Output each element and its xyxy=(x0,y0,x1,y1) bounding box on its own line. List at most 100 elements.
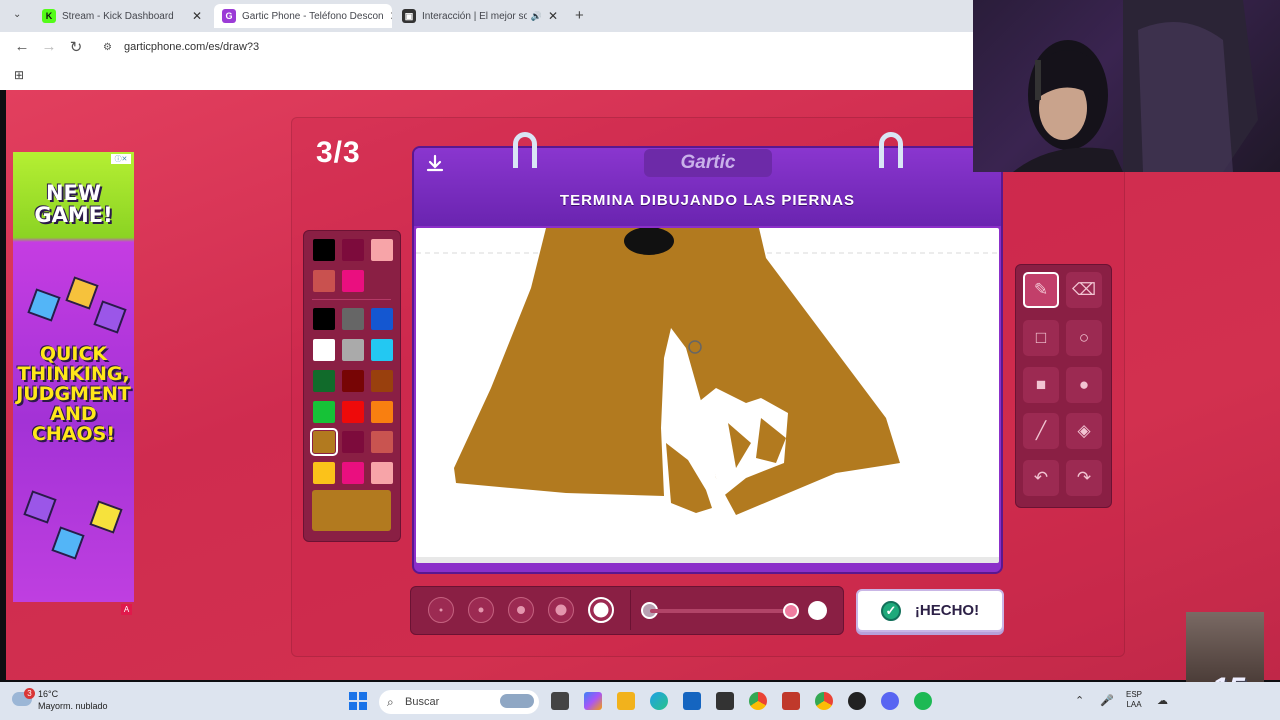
undo-icon[interactable]: ↶ xyxy=(1023,460,1059,496)
color-swatch[interactable] xyxy=(371,431,393,453)
tab-kick[interactable]: K Stream - Kick Dashboard ✕ xyxy=(34,4,210,28)
color-swatch[interactable] xyxy=(313,370,335,392)
weather-widget[interactable]: 16°C Mayorm. nublado xyxy=(38,688,108,712)
file-explorer-icon[interactable] xyxy=(617,692,635,710)
square-fill-icon[interactable]: ■ xyxy=(1023,367,1059,403)
ad-game-icon xyxy=(27,288,61,322)
speaker-icon[interactable]: 🔊 xyxy=(531,11,542,22)
network-icon[interactable]: ☁ xyxy=(1157,694,1168,707)
color-swatch[interactable] xyxy=(342,239,364,261)
close-tab-icon[interactable]: ✕ xyxy=(542,9,558,23)
color-swatch[interactable] xyxy=(342,370,364,392)
spotify-icon[interactable] xyxy=(914,692,932,710)
color-swatch[interactable] xyxy=(342,462,364,484)
color-swatch[interactable] xyxy=(313,308,335,330)
webcam-overlay xyxy=(973,0,1280,172)
color-swatch[interactable] xyxy=(342,431,364,453)
adchoices-icon[interactable]: ⓘ✕ xyxy=(111,154,131,164)
color-swatch[interactable] xyxy=(313,239,335,261)
weather-temp: 16°C xyxy=(38,689,59,699)
weather-badge: 3 xyxy=(24,688,35,699)
edge-icon[interactable] xyxy=(650,692,668,710)
reload-icon[interactable]: ↻ xyxy=(67,38,85,56)
discord-icon[interactable] xyxy=(881,692,899,710)
language-indicator[interactable]: ESP LAA xyxy=(1126,690,1142,710)
back-icon[interactable]: ← xyxy=(13,38,31,55)
app-icon[interactable] xyxy=(716,692,734,710)
color-swatch[interactable] xyxy=(310,428,338,456)
site-info-icon[interactable]: ⚙ xyxy=(103,42,112,53)
round-counter: 3/3 xyxy=(316,136,361,169)
lang-layout: LAA xyxy=(1126,700,1142,709)
color-swatch[interactable] xyxy=(371,401,393,423)
ad-game-icon xyxy=(65,276,99,310)
done-button[interactable]: ✓ ¡HECHO! xyxy=(856,589,1004,632)
tab-list-chevron-icon[interactable]: ⌄ xyxy=(13,9,21,20)
url-field[interactable]: garticphone.com/es/draw?3 xyxy=(124,41,259,53)
windows-start-icon[interactable] xyxy=(349,692,367,710)
tray-chevron-icon[interactable]: ⌃ xyxy=(1075,694,1084,707)
obs-icon[interactable] xyxy=(848,692,866,710)
pencil-icon[interactable]: ✎ xyxy=(1023,272,1059,308)
board-hook-left xyxy=(513,132,537,168)
color-swatch[interactable] xyxy=(371,308,393,330)
drawing-strokes xyxy=(416,227,999,515)
color-swatch[interactable] xyxy=(342,339,364,361)
task-view-icon[interactable] xyxy=(551,692,569,710)
color-swatch[interactable] xyxy=(342,308,364,330)
tab-interaccion[interactable]: ▣ Interacción | El mejor softw 🔊 ✕ xyxy=(394,4,566,28)
color-swatch[interactable] xyxy=(371,462,393,484)
color-swatch[interactable] xyxy=(313,401,335,423)
close-tab-icon[interactable]: ✕ xyxy=(186,9,202,23)
drawing-instruction: TERMINA DIBUJANDO LAS PIERNAS xyxy=(559,192,856,209)
brush-size-4[interactable] xyxy=(548,597,574,623)
color-swatch[interactable] xyxy=(342,270,364,292)
drawing-canvas[interactable] xyxy=(416,227,999,563)
store-icon[interactable] xyxy=(683,692,701,710)
bookmarks-bar xyxy=(0,62,973,90)
palette-divider xyxy=(312,299,391,300)
close-tab-icon[interactable]: ✕ xyxy=(384,9,392,23)
line-icon[interactable]: ╱ xyxy=(1023,413,1059,449)
copilot-icon[interactable] xyxy=(584,692,602,710)
microphone-icon[interactable]: 🎤 xyxy=(1100,694,1114,707)
brush-size-1[interactable] xyxy=(428,597,454,623)
color-swatch[interactable] xyxy=(313,339,335,361)
gartic-icon: G xyxy=(222,9,236,23)
brush-size-5[interactable] xyxy=(588,597,614,623)
search-placeholder: Buscar xyxy=(405,696,440,708)
ad-game-icon xyxy=(89,500,123,534)
brush-size-3[interactable] xyxy=(508,597,534,623)
bucket-icon[interactable]: ◈ xyxy=(1066,413,1102,449)
color-swatch[interactable] xyxy=(342,401,364,423)
redo-icon[interactable]: ↷ xyxy=(1066,460,1102,496)
circle-fill-icon[interactable]: ● xyxy=(1066,367,1102,403)
side-advertisement[interactable]: NEW GAME! QUICK THINKING, JUDGMENT AND C… xyxy=(13,152,134,602)
opacity-slider-handle[interactable] xyxy=(783,603,799,619)
new-tab-button[interactable]: + xyxy=(575,7,584,24)
color-swatch[interactable] xyxy=(313,270,335,292)
forward-icon[interactable]: → xyxy=(40,38,58,55)
eraser-icon[interactable]: ⌫ xyxy=(1066,272,1102,308)
opacity-max-icon xyxy=(808,601,827,620)
tab-title: Stream - Kick Dashboard xyxy=(62,10,174,22)
download-icon[interactable] xyxy=(424,153,446,175)
color-swatch[interactable] xyxy=(313,462,335,484)
ad-tagline: QUICK THINKING, JUDGMENT AND CHAOS! xyxy=(16,343,131,445)
board-hook-right xyxy=(879,132,903,168)
color-swatch[interactable] xyxy=(371,339,393,361)
chrome-profile-icon[interactable] xyxy=(815,692,833,710)
opacity-slider[interactable] xyxy=(650,609,792,613)
app-icon-2[interactable] xyxy=(782,692,800,710)
square-outline-icon[interactable]: □ xyxy=(1023,320,1059,356)
ad-badge-icon[interactable]: A xyxy=(121,604,132,615)
color-swatch[interactable] xyxy=(371,370,393,392)
color-swatch[interactable] xyxy=(371,239,393,261)
circle-outline-icon[interactable]: ○ xyxy=(1066,320,1102,356)
apps-grid-icon[interactable]: ⊞ xyxy=(14,68,24,82)
taskbar xyxy=(0,682,1280,720)
brush-size-2[interactable] xyxy=(468,597,494,623)
tab-title: Gartic Phone - Teléfono Descon xyxy=(242,10,384,22)
chrome-icon[interactable] xyxy=(749,692,767,710)
tab-gartic[interactable]: G Gartic Phone - Teléfono Descon ✕ xyxy=(214,4,392,28)
